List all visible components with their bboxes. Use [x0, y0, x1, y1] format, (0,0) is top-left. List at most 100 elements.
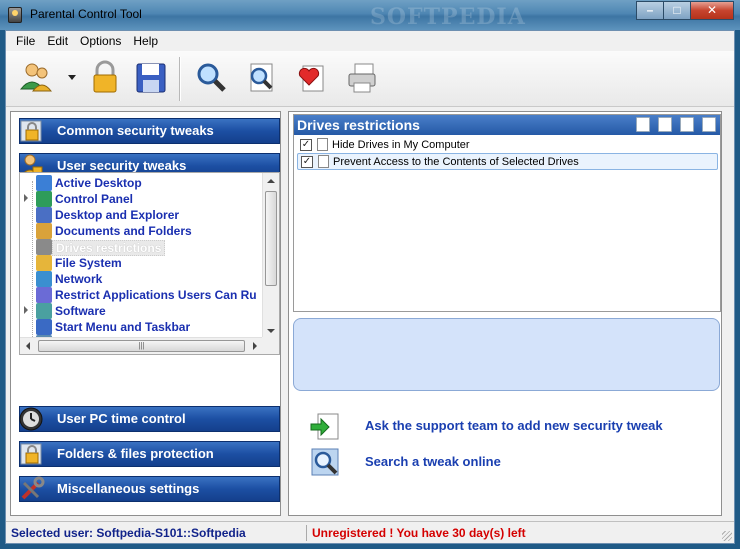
checkbox[interactable]: ✓ [300, 139, 312, 151]
menu-edit[interactable]: Edit [41, 31, 74, 51]
menu-bar: File Edit Options Help [6, 31, 734, 51]
scroll-thumb[interactable]: ||| [38, 340, 245, 352]
lock-icon[interactable] [86, 59, 124, 97]
tree-item-icon [36, 319, 52, 335]
checkbox[interactable]: ✓ [301, 156, 313, 168]
tree-item-label: Network [55, 272, 103, 286]
tree-item-label: Documents and Folders [55, 224, 192, 238]
tree-item[interactable]: Software [20, 303, 260, 319]
app-icon[interactable] [8, 7, 22, 23]
scroll-thumb[interactable] [265, 191, 277, 286]
option-hide-drives[interactable]: ✓ Hide Drives in My Computer [297, 137, 718, 154]
search-icon[interactable] [192, 59, 230, 97]
tree-item[interactable]: Drives restrictions [20, 239, 260, 256]
search-online-link[interactable]: Search a tweak online [309, 446, 709, 478]
expand-arrow-icon[interactable] [24, 194, 28, 202]
print-icon[interactable] [342, 59, 380, 97]
group-label: Miscellaneous settings [57, 481, 200, 496]
group-common-security-tweaks[interactable]: Common security tweaks [19, 118, 280, 144]
title-bar: Parental Control Tool SOFTPEDIA – □ ✕ [0, 0, 740, 30]
tree-item[interactable]: Documents and Folders [20, 223, 260, 239]
menu-file[interactable]: File [10, 31, 41, 51]
scroll-left-icon[interactable] [26, 342, 30, 350]
lock-icon [20, 120, 42, 142]
group-label: Folders & files protection [57, 446, 214, 461]
tree-item-icon [36, 287, 52, 303]
tree-item[interactable]: Start Menu and Taskbar [20, 319, 260, 335]
tree-item-label: Start Menu and Taskbar [55, 320, 191, 334]
close-button[interactable]: ✕ [690, 1, 734, 20]
tree-item[interactable]: File System [20, 255, 260, 271]
tree-item[interactable]: Active Desktop [20, 175, 260, 191]
search-document-icon[interactable] [242, 59, 280, 97]
scroll-right-icon[interactable] [253, 342, 257, 350]
resize-grip[interactable] [722, 531, 732, 541]
group-label: User PC time control [57, 411, 186, 426]
group-user-pc-time-control[interactable]: User PC time control [19, 406, 280, 432]
description-box [293, 318, 720, 391]
expand-arrow-icon[interactable] [24, 306, 28, 314]
toolbar-separator [179, 57, 181, 101]
document-icon[interactable] [658, 117, 672, 132]
heart-document-icon[interactable] [292, 59, 330, 97]
ask-support-link[interactable]: Ask the support team to add new security… [309, 410, 709, 442]
tree-item[interactable]: Network [20, 271, 260, 287]
check-document-icon[interactable] [680, 117, 694, 132]
scroll-down-icon[interactable] [267, 329, 275, 333]
clock-icon [19, 407, 43, 431]
support-icon [310, 413, 339, 440]
document-icon [318, 155, 329, 168]
window-frame: File Edit Options Help Common security t… [5, 30, 735, 544]
tree-item[interactable]: Restrict Applications Users Can Ru [20, 287, 260, 303]
tree-item[interactable]: Control Panel [20, 191, 260, 207]
users-icon[interactable] [18, 59, 56, 97]
search-icon [311, 448, 339, 476]
tree-item-icon [36, 271, 52, 287]
section-title: Drives restrictions [297, 117, 420, 133]
folder-lock-icon [20, 443, 42, 465]
minimize-button[interactable]: – [636, 1, 664, 20]
watermark: SOFTPEDIA [370, 4, 526, 30]
toolbar [6, 51, 734, 107]
registration-status: Unregistered ! You have 30 day(s) left [312, 526, 526, 540]
tree-item[interactable]: Desktop and Explorer [20, 207, 260, 223]
menu-help[interactable]: Help [127, 31, 164, 51]
maximize-button[interactable]: □ [663, 1, 691, 20]
save-icon[interactable] [132, 59, 170, 97]
tree-item-icon [36, 175, 52, 191]
option-prevent-access[interactable]: ✓ Prevent Access to the Contents of Sele… [297, 153, 718, 170]
group-miscellaneous-settings[interactable]: Miscellaneous settings [19, 476, 280, 502]
tree-item-label: Active Desktop [55, 176, 142, 190]
group-folders-files-protection[interactable]: Folders & files protection [19, 441, 280, 467]
document-icon [317, 138, 328, 151]
tree-item-icon [36, 207, 52, 223]
tree-item-label: Drives restrictions [52, 240, 166, 256]
tree-item-label: Restrict Applications Users Can Ru [55, 288, 257, 302]
tree-item-icon [36, 303, 52, 319]
right-panel: Drives restrictions ✓ Hide Drives in My … [288, 111, 722, 516]
uncheck-document-icon[interactable] [702, 117, 716, 132]
group-label: Common security tweaks [57, 123, 214, 138]
window-title: Parental Control Tool [30, 7, 142, 21]
tree-item-label: Desktop and Explorer [55, 208, 180, 222]
tree-item-icon [36, 255, 52, 271]
scroll-up-icon[interactable] [267, 179, 275, 183]
tree-item-icon [36, 239, 52, 255]
tree-item-label: Software [55, 304, 106, 318]
tree-item-label: Control Panel [55, 192, 134, 206]
chevron-down-icon[interactable] [68, 75, 76, 80]
tree-horizontal-scrollbar[interactable]: ||| [20, 337, 263, 354]
tree-vertical-scrollbar[interactable] [262, 173, 279, 339]
tweaks-tree[interactable]: Active Desktop Control Panel Desktop and E… [19, 172, 280, 355]
selected-user-status: Selected user: Softpedia-S101::Softpedia [11, 526, 246, 540]
left-panel: Common security tweaks User security twe… [10, 111, 281, 516]
section-header: Drives restrictions [294, 115, 720, 135]
select-icon[interactable] [636, 117, 650, 132]
tree-item-label: File System [55, 256, 122, 270]
tree-item-icon [36, 223, 52, 239]
restrictions-box: Drives restrictions ✓ Hide Drives in My … [293, 114, 721, 312]
menu-options[interactable]: Options [74, 31, 127, 51]
group-label: User security tweaks [57, 158, 187, 173]
tools-icon [21, 476, 45, 500]
tree-item-icon [36, 191, 52, 207]
